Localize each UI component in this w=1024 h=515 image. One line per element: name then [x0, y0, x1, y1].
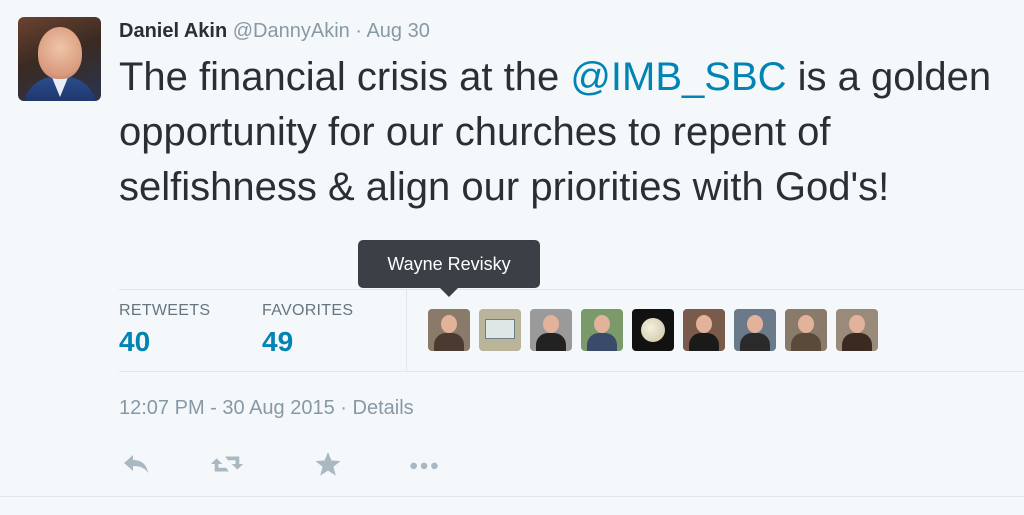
woman-blonde-avatar[interactable] [785, 309, 827, 351]
favoriter-tooltip: Wayne Revisky [358, 240, 540, 297]
tooltip-text: Wayne Revisky [387, 254, 511, 274]
retweets-stat[interactable]: RETWEETS 40 [119, 302, 210, 358]
avatar-body [842, 333, 872, 351]
mention-link[interactable]: @IMB_SBC [570, 55, 786, 99]
avatar-body [791, 333, 821, 351]
author-handle[interactable]: @DannyAkin [233, 20, 350, 42]
avatar-body [536, 333, 566, 351]
timestamp-time[interactable]: 12:07 PM - 30 Aug 2015 [119, 397, 335, 419]
stats-bottom-divider [119, 371, 1024, 372]
man-outdoors-avatar[interactable] [734, 309, 776, 351]
bottom-divider [0, 496, 1024, 497]
retweets-count[interactable]: 40 [119, 326, 210, 358]
moon-graphic [641, 318, 665, 342]
family-photo-avatar[interactable] [530, 309, 572, 351]
avatar-head [696, 315, 712, 333]
selfie-couple-avatar[interactable] [683, 309, 725, 351]
retweet-icon[interactable] [210, 450, 244, 478]
details-link[interactable]: Details [353, 397, 414, 419]
avatar-head [543, 315, 559, 333]
author-avatar[interactable] [18, 17, 101, 101]
stats-vertical-divider [406, 289, 407, 371]
avatar-body [587, 333, 617, 351]
moon-avatar[interactable] [632, 309, 674, 351]
favorites-count[interactable]: 49 [262, 326, 353, 358]
avatar-head [798, 315, 814, 333]
avatar-head [849, 315, 865, 333]
favorites-stat[interactable]: FAVORITES 49 [262, 302, 353, 358]
favoriter-avatars [428, 309, 878, 351]
license-plate-avatar[interactable] [479, 309, 521, 351]
tweet-header: Daniel Akin @DannyAkin · Aug 30 [119, 18, 430, 44]
avatar-face [38, 27, 82, 79]
tweet-text: The financial crisis at the @IMB_SBC is … [119, 50, 999, 215]
license-plate-graphic [485, 319, 515, 339]
woman-brunette-avatar[interactable] [836, 309, 878, 351]
tweet-timestamp: 12:07 PM - 30 Aug 2015 · Details [119, 397, 414, 420]
wayne-revisky-avatar[interactable] [428, 309, 470, 351]
header-separator: · [355, 20, 363, 42]
author-name[interactable]: Daniel Akin [119, 20, 227, 42]
timestamp-separator: · [340, 397, 347, 419]
couple-avatar[interactable] [581, 309, 623, 351]
more-icon[interactable] [408, 450, 442, 478]
avatar-head [441, 315, 457, 333]
avatar-body [434, 333, 464, 351]
favorites-label: FAVORITES [262, 302, 354, 319]
tweet-date[interactable]: Aug 30 [366, 20, 429, 42]
tweet-text-part1: The financial crisis at the [119, 55, 571, 99]
tooltip-arrow [440, 288, 458, 297]
favorite-icon[interactable] [311, 450, 345, 478]
retweets-label: RETWEETS [119, 302, 211, 319]
stats-top-divider [119, 289, 1024, 290]
reply-icon[interactable] [119, 450, 153, 478]
avatar-head [594, 315, 610, 333]
avatar-head [747, 315, 763, 333]
avatar-body [740, 333, 770, 351]
avatar-body [689, 333, 719, 351]
